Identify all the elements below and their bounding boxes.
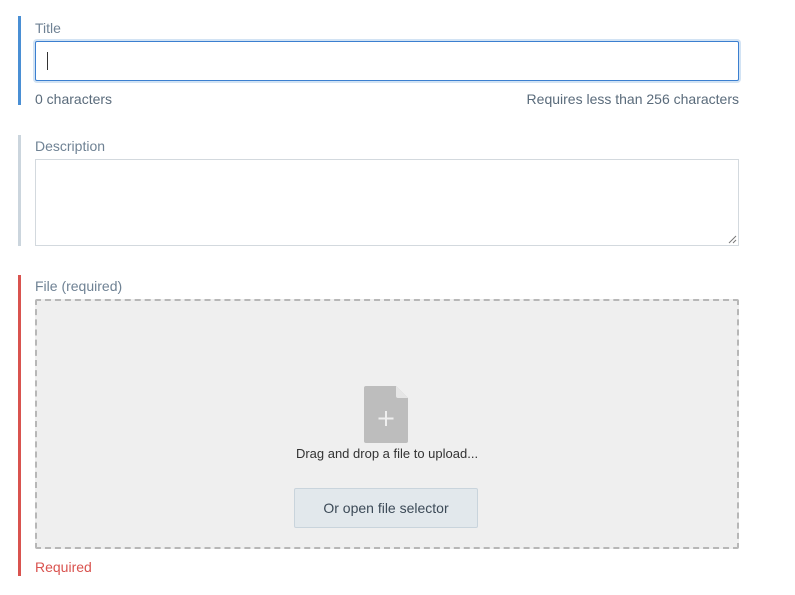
open-file-selector-button[interactable]: Or open file selector — [294, 488, 478, 528]
file-label: File (required) — [35, 278, 123, 294]
description-field: Description — [18, 135, 739, 246]
title-meta-row: 0 characters Requires less than 256 char… — [35, 91, 739, 107]
file-error-message: Required — [35, 559, 92, 575]
file-field: File (required) Drag and drop a file to … — [18, 275, 739, 576]
file-add-icon — [364, 386, 408, 443]
title-label: Title — [35, 20, 61, 36]
title-field: Title 0 characters Requires less than 25… — [18, 16, 739, 107]
resize-handle-icon[interactable] — [728, 235, 737, 244]
text-caret — [47, 52, 48, 70]
title-input[interactable] — [35, 41, 739, 81]
dropzone-text: Drag and drop a file to upload... — [295, 446, 479, 461]
title-char-count: 0 characters — [35, 91, 113, 107]
description-label: Description — [35, 138, 106, 154]
file-dropzone[interactable]: Drag and drop a file to upload... Or ope… — [35, 299, 739, 549]
title-limit-hint: Requires less than 256 characters — [526, 91, 739, 107]
description-textarea[interactable] — [35, 159, 739, 246]
